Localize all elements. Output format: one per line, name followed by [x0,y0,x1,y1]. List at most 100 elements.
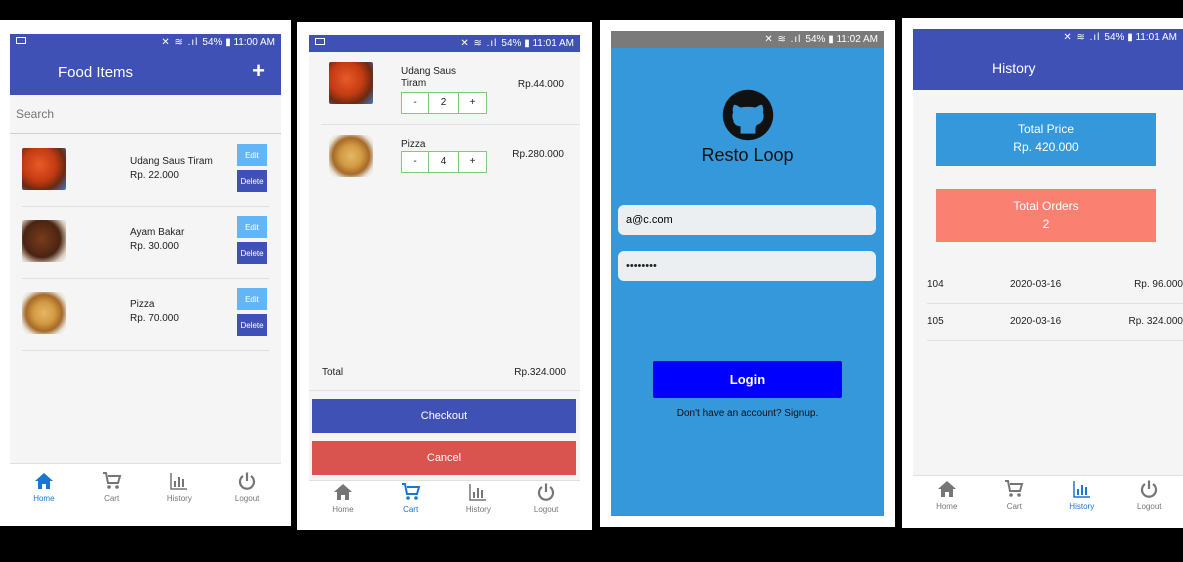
screen-food-items: ✕ ≋ .ıl 54% ▮ 11:00 AM Food Items + Udan… [10,34,281,510]
page-title: Food Items [58,64,134,81]
edit-button[interactable]: Edit [237,144,267,166]
food-price: Rp. 30.000 [130,241,179,252]
tab-logout[interactable]: Logout [1116,476,1183,514]
cart-item-price: Rp.44.000 [517,79,564,90]
edit-button[interactable]: Edit [237,288,267,310]
bottom-tab-bar: Home Cart History Logout [10,463,281,510]
delete-button[interactable]: Delete [237,242,267,264]
table-row[interactable]: 104 2020-03-16 Rp. 96.000 [927,267,1183,304]
tab-label: Logout [234,494,260,503]
tab-logout[interactable]: Logout [512,481,580,515]
tab-label: History [465,505,491,514]
cancel-button[interactable]: Cancel [312,441,576,475]
tab-home[interactable]: Home [913,476,981,514]
total-orders-label: Total Orders [1013,199,1079,213]
add-button[interactable]: + [252,58,265,84]
food-image-grilled-chicken [22,220,66,262]
list-item[interactable]: Pizza Rp. 70.000 Edit Delete [22,278,269,351]
list-item[interactable]: Udang Saus Tiram Rp. 22.000 Edit Delete [22,134,269,207]
tab-cart[interactable]: Cart [377,481,445,515]
tab-history[interactable]: History [445,481,513,515]
signup-link[interactable]: Don't have an account? Signup. [611,408,884,419]
tab-label: Cart [403,505,419,514]
quantity-stepper: - 2 + [401,92,487,114]
app-bar: Food Items + [10,51,281,95]
tab-history[interactable]: History [1048,476,1116,514]
total-value: Rp.324.000 [514,367,566,378]
chart-icon [170,473,188,490]
quantity-value: 2 [429,92,459,114]
status-bar: ✕ ≋ .ıl 54% ▮ 11:01 AM [913,29,1183,46]
phone-frame-food-items: ✕ ≋ .ıl 54% ▮ 11:00 AM Food Items + Udan… [0,20,291,526]
tab-label: Home [332,505,354,514]
list-item[interactable]: Ayam Bakar Rp. 30.000 Edit Delete [22,206,269,279]
signal-icon: ✕ ≋ .ıl [460,38,498,49]
clock: 11:01 AM [532,38,574,49]
signal-icon: ✕ ≋ .ıl [161,37,199,48]
edit-button[interactable]: Edit [237,216,267,238]
password-field[interactable]: •••••••• [618,251,876,281]
login-button[interactable]: Login [653,361,842,398]
order-id: 104 [927,279,944,290]
decrease-button[interactable]: - [401,151,429,173]
delete-button[interactable]: Delete [237,314,267,336]
power-icon [239,472,256,490]
total-label: Total [322,367,344,378]
delete-button[interactable]: Delete [237,170,267,192]
food-price: Rp. 22.000 [130,170,179,181]
status-bar: ✕ ≋ .ıl 54% ▮ 11:02 AM [611,31,884,48]
password-value: •••••••• [626,260,657,272]
power-icon [538,483,555,501]
phone-frame-cart: ✕ ≋ .ıl 54% ▮ 11:01 AM Udang Saus Tiram … [297,22,592,530]
search-input[interactable] [14,103,268,125]
food-name: Udang Saus Tiram [130,156,213,167]
food-image-shrimp [329,62,373,104]
total-price-label: Total Price [1017,122,1075,136]
increase-button[interactable]: + [459,151,487,173]
tab-label: Logout [533,505,559,514]
screen-cart: ✕ ≋ .ıl 54% ▮ 11:01 AM Udang Saus Tiram … [309,35,580,515]
cart-total: Total Rp.324.000 [309,360,580,391]
increase-button[interactable]: + [459,92,487,114]
order-id: 105 [927,316,944,327]
power-icon [1141,480,1158,498]
tab-home[interactable]: Home [10,464,78,510]
email-field[interactable] [618,205,876,235]
tab-home[interactable]: Home [309,481,377,515]
cart-item-price: Rp.280.000 [512,149,564,160]
page-title: History [992,60,1036,76]
tab-label: Home [33,494,55,503]
table-row[interactable]: 105 2020-03-16 Rp. 324.000 [927,304,1183,341]
home-icon [937,481,956,497]
phone-frame-history: ✕ ≋ .ıl 54% ▮ 11:01 AM History Total Pri… [902,18,1183,528]
total-orders-card: Total Orders 2 [936,189,1156,242]
battery-text: 54% [501,38,522,49]
cart-item-name: Pizza [401,139,426,150]
food-name: Pizza [130,299,155,310]
cart-icon [102,472,121,489]
battery-text: 54% [805,34,826,45]
tab-label: Home [936,502,958,511]
cart-item: Pizza - 4 + Rp.280.000 [321,125,580,197]
order-date: 2020-03-16 [1010,279,1062,290]
chart-icon [469,484,487,501]
search-bar [10,95,281,134]
total-price-card: Total Price Rp. 420.000 [936,113,1156,166]
checkout-button[interactable]: Checkout [312,399,576,433]
total-orders-value: 2 [1042,217,1050,231]
decrease-button[interactable]: - [401,92,429,114]
tab-cart[interactable]: Cart [981,476,1049,514]
tab-logout[interactable]: Logout [213,464,281,510]
app-name: Resto Loop [701,145,794,165]
signal-icon: ✕ ≋ .ıl [1063,32,1101,43]
quantity-stepper: - 4 + [401,151,487,173]
clock: 11:00 AM [233,37,275,48]
tab-label: Cart [1006,502,1022,511]
tab-label: History [166,494,192,503]
battery-text: 54% [1104,32,1125,43]
tab-history[interactable]: History [146,464,214,510]
food-image-pizza [22,292,66,334]
bottom-tab-bar: Home Cart History Logout [309,480,580,515]
tab-cart[interactable]: Cart [78,464,146,510]
cart-item: Udang Saus Tiram - 2 + Rp.44.000 [321,52,580,125]
